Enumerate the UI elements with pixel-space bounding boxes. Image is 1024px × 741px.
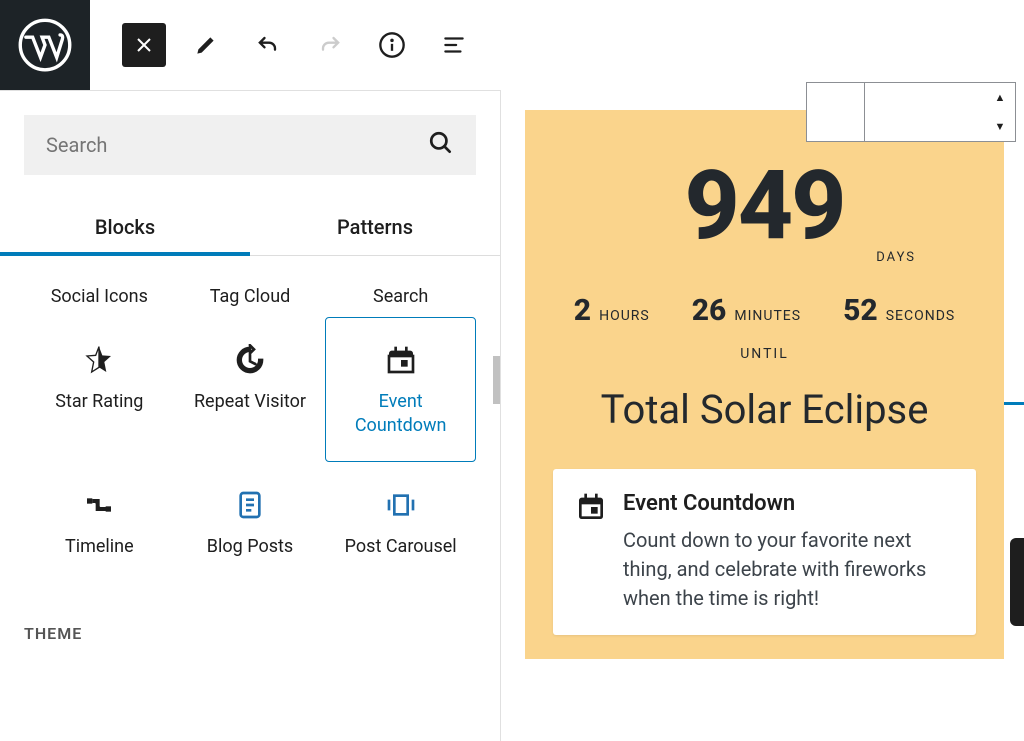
edit-icon[interactable] [184,23,228,67]
block-description-card: Event Countdown Count down to your favor… [553,469,976,635]
block-search[interactable]: Search [325,276,476,317]
top-toolbar [0,0,1024,90]
tab-blocks[interactable]: Blocks [0,199,250,255]
block-blog-posts[interactable]: Blog Posts [175,462,326,583]
seconds-cell: 52 SECONDS [843,293,955,328]
toolbar-buttons [90,23,476,67]
block-social-icons[interactable]: Social Icons [24,276,175,317]
carousel-icon [385,487,417,523]
minutes-cell: 26 MINUTES [692,293,801,328]
history-icon [234,342,266,378]
tab-patterns[interactable]: Patterns [250,199,500,255]
side-handle[interactable] [1010,538,1024,626]
block-timeline[interactable]: Timeline [24,462,175,583]
block-event-countdown[interactable]: Event Countdown [325,317,476,462]
block-description-title: Event Countdown [623,491,954,516]
event-title: Total Solar Eclipse [553,386,976,433]
until-label: UNTIL [553,346,976,362]
hours-cell: 2 HOURS [574,293,650,328]
close-inserter-button[interactable] [122,23,166,67]
search-placeholder: Search [46,133,107,157]
countdown-preview: 949 DAYS 2 HOURS 26 MINUTES 52 SECONDS U… [525,110,1004,659]
calendar-icon [385,342,417,378]
info-icon[interactable] [370,23,414,67]
timeline-icon [83,487,115,523]
undo-icon[interactable] [246,23,290,67]
selection-indicator [1004,402,1024,405]
redo-icon [308,23,352,67]
block-repeat-visitor[interactable]: Repeat Visitor [175,317,326,462]
star-icon [83,342,115,378]
stepper-up-icon[interactable]: ▲ [985,83,1015,112]
days-value: 949 [553,158,976,254]
block-preview-area: ▲ ▼ 949 DAYS 2 HOURS 26 MINUTES [500,90,1024,741]
wordpress-logo[interactable] [0,0,90,90]
document-icon [234,487,266,523]
search-icon [428,130,454,161]
list-view-icon[interactable] [432,23,476,67]
block-description-text: Count down to your favorite next thing, … [623,526,954,613]
block-inserter-panel: Search Blocks Patterns Social Icons Tag … [0,90,500,741]
block-tag-cloud[interactable]: Tag Cloud [175,276,326,317]
calendar-icon [575,491,607,613]
theme-section-label: THEME [0,604,500,663]
search-input[interactable]: Search [24,115,476,175]
stepper-down-icon[interactable]: ▼ [985,112,1015,141]
inserter-tabs: Blocks Patterns [0,199,500,256]
block-star-rating[interactable]: Star Rating [24,317,175,462]
number-stepper[interactable]: ▲ ▼ [806,82,1016,142]
block-post-carousel[interactable]: Post Carousel [325,462,476,583]
